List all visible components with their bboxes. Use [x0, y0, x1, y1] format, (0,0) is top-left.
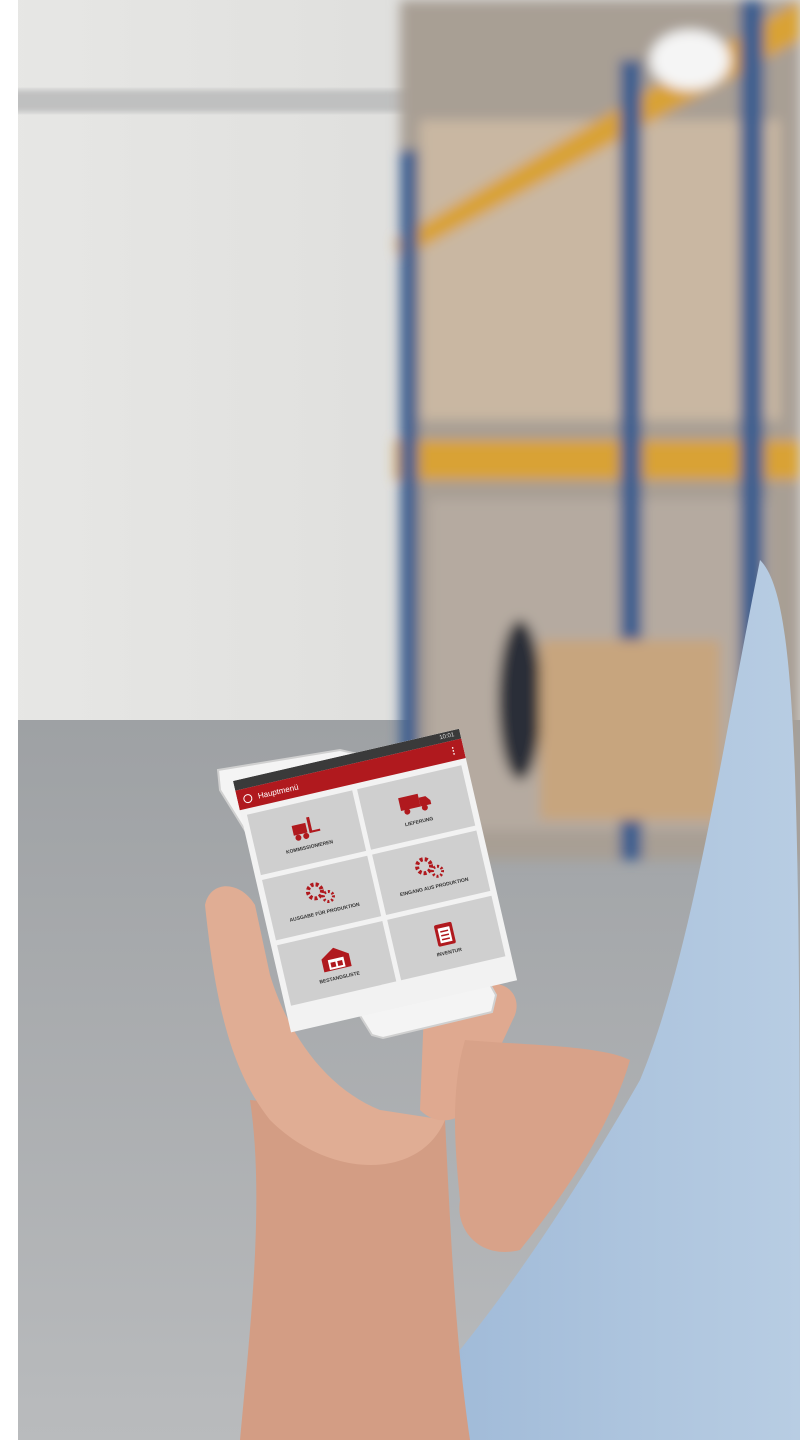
warehouse-icon: [321, 947, 352, 973]
warehouse-photo: [0, 0, 800, 1440]
truck-icon: [398, 793, 432, 815]
forklift-icon: [291, 816, 321, 841]
gears-icon: [305, 882, 335, 904]
app-logo-icon: [242, 792, 254, 804]
status-time: 10:01: [439, 732, 456, 742]
overflow-menu-icon[interactable]: ⋮: [448, 744, 459, 757]
tile-label: LIEFERUNG: [404, 815, 435, 829]
tile-label: INVENTUR: [436, 946, 463, 959]
gears-icon: [415, 857, 445, 878]
clipboard-icon: [434, 921, 456, 947]
